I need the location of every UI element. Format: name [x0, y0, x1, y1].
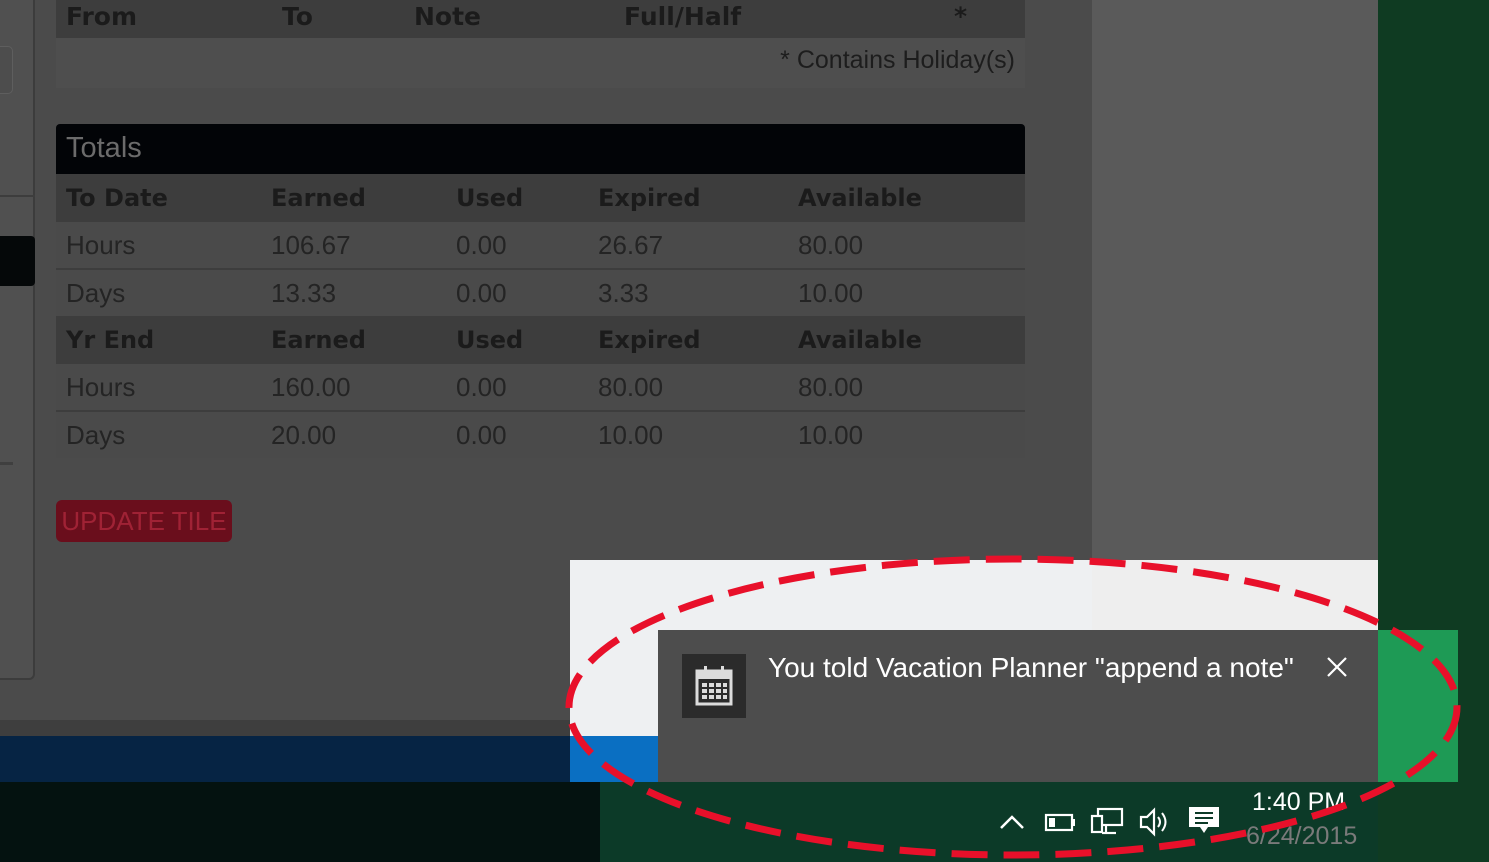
column-from: From: [66, 2, 138, 31]
header-cell: Earned: [271, 184, 366, 212]
left-panel-divider: [0, 462, 13, 465]
expired-value: 80.00: [598, 372, 664, 402]
expired-value: 26.67: [598, 230, 664, 260]
update-tile-button[interactable]: UPDATE TILE: [56, 500, 232, 542]
totals-heading: Totals: [56, 124, 1025, 174]
volume-icon[interactable]: [1138, 806, 1174, 846]
totals-title: Totals: [66, 132, 142, 164]
available-value: 80.00: [798, 230, 864, 260]
chevron-up-icon[interactable]: [996, 808, 1028, 848]
available-value: 80.00: [798, 372, 864, 402]
expired-value: 3.33: [598, 278, 649, 308]
network-icon[interactable]: [1090, 806, 1126, 846]
table-row: Hours 160.00 0.00 80.00 80.00: [56, 362, 1025, 410]
desktop-background-lit: [1378, 630, 1458, 782]
used-value: 0.00: [456, 230, 507, 260]
table-row: Days 13.33 0.00 3.33 10.00: [56, 268, 1025, 316]
header-cell: Expired: [598, 326, 701, 354]
left-panel-divider: [0, 195, 35, 197]
background-window-lit: [1092, 560, 1378, 630]
background-window: [1092, 0, 1378, 630]
header-cell: Available: [798, 184, 922, 212]
to-date-header-row: To Date Earned Used Expired Available: [56, 174, 1025, 220]
column-to: To: [282, 2, 313, 31]
row-label: Days: [66, 420, 126, 450]
header-cell: Used: [456, 184, 524, 212]
earned-value: 20.00: [271, 420, 337, 450]
entries-header-row: From To Note Full/Half *: [56, 0, 1025, 38]
table-row: Hours 106.67 0.00 26.67 80.00: [56, 220, 1025, 268]
header-cell: Earned: [271, 326, 366, 354]
header-cell: Available: [798, 326, 922, 354]
earned-value: 160.00: [271, 372, 351, 402]
blue-background-strip: [0, 736, 658, 782]
left-panel-field[interactable]: [0, 46, 13, 94]
clock-time[interactable]: 1:40 PM: [1252, 788, 1345, 817]
holiday-legend-row: * Contains Holiday(s): [56, 38, 1025, 88]
yr-end-header-row: Yr End Earned Used Expired Available: [56, 316, 1025, 362]
header-cell: Expired: [598, 184, 701, 212]
toast-message: You told Vacation Planner "append a note…: [768, 652, 1294, 683]
earned-value: 13.33: [271, 278, 337, 308]
used-value: 0.00: [456, 278, 507, 308]
close-icon[interactable]: [1322, 652, 1352, 682]
battery-icon[interactable]: [1044, 808, 1078, 848]
clock-date[interactable]: 6/24/2015: [1246, 822, 1357, 851]
row-label: Hours: [66, 372, 136, 402]
row-label: Days: [66, 278, 126, 308]
left-panel: [0, 0, 35, 680]
holiday-legend: * Contains Holiday(s): [780, 46, 1015, 74]
toast-notification[interactable]: You told Vacation Planner "append a note…: [658, 630, 1378, 782]
header-cell: Yr End: [66, 326, 155, 354]
header-cell: To Date: [66, 184, 168, 212]
action-center-icon[interactable]: [1186, 804, 1222, 844]
earned-value: 106.67: [271, 230, 351, 260]
blue-background-strip-lit: [570, 736, 658, 782]
row-label: Hours: [66, 230, 136, 260]
column-holiday-flag: *: [954, 2, 968, 31]
used-value: 0.00: [456, 372, 507, 402]
calendar-icon: [682, 654, 746, 718]
used-value: 0.00: [456, 420, 507, 450]
column-note: Note: [414, 2, 482, 31]
table-row: Days 20.00 0.00 10.00 10.00: [56, 410, 1025, 458]
left-panel-selected-item[interactable]: [0, 236, 35, 286]
available-value: 10.00: [798, 420, 864, 450]
column-full-half: Full/Half: [624, 2, 742, 31]
available-value: 10.00: [798, 278, 864, 308]
header-cell: Used: [456, 326, 524, 354]
expired-value: 10.00: [598, 420, 664, 450]
